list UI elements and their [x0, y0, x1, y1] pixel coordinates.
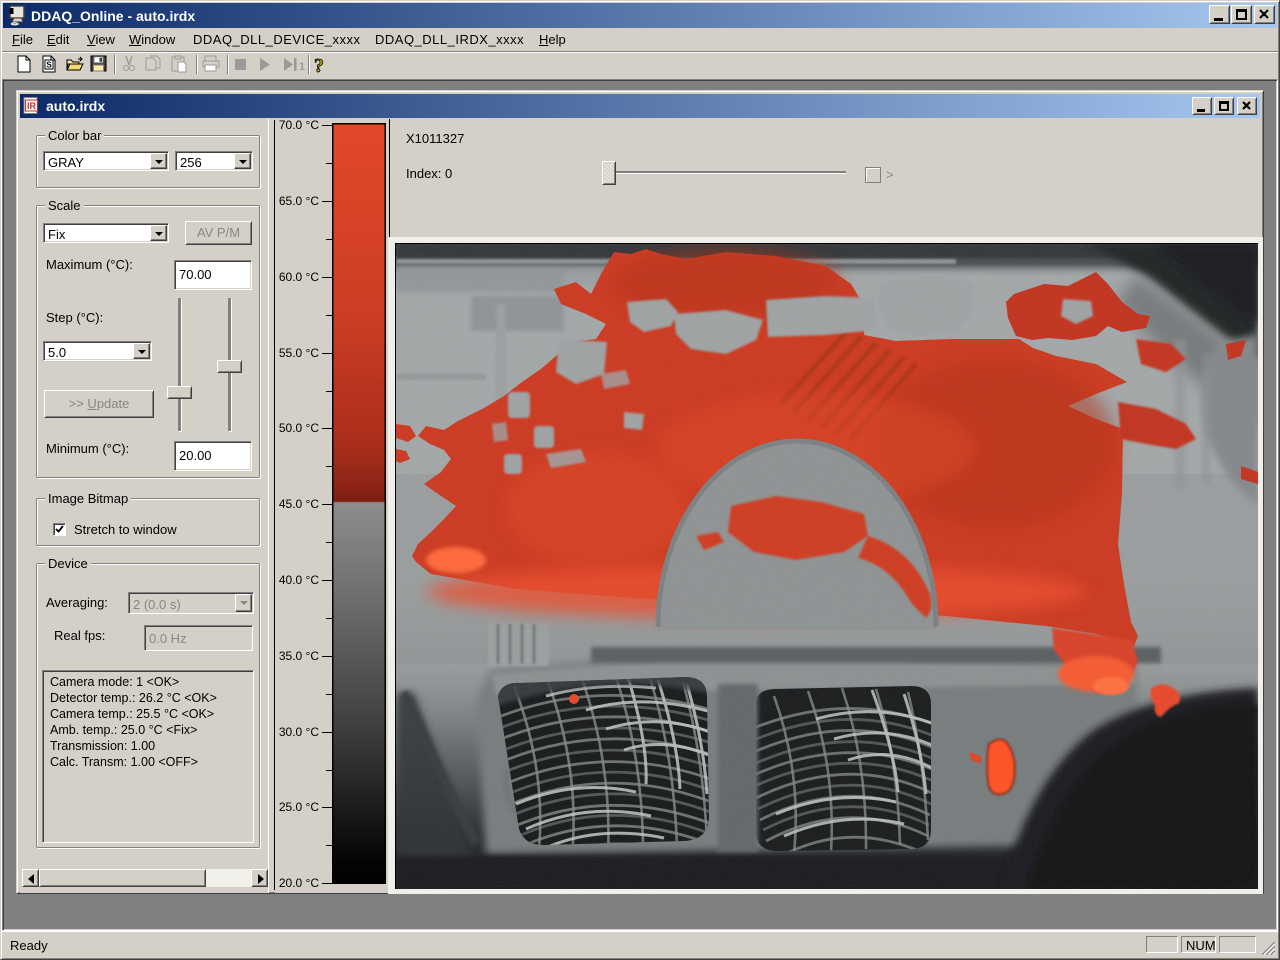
- svg-text:35.0 °C: 35.0 °C: [279, 649, 319, 663]
- svg-text:45.0 °C: 45.0 °C: [279, 497, 319, 511]
- svg-text:65.0 °C: 65.0 °C: [279, 194, 319, 208]
- svg-text:20.0 °C: 20.0 °C: [279, 876, 319, 890]
- svg-text:50.0 °C: 50.0 °C: [279, 421, 319, 435]
- svg-text:1: 1: [299, 61, 305, 73]
- svg-text:40.0 °C: 40.0 °C: [279, 573, 319, 587]
- svg-text:IR: IR: [27, 101, 37, 111]
- svg-text:60.0 °C: 60.0 °C: [279, 270, 319, 284]
- svg-text:?: ?: [314, 55, 324, 77]
- svg-text:55.0 °C: 55.0 °C: [279, 346, 319, 360]
- svg-text:70.0 °C: 70.0 °C: [279, 119, 319, 132]
- svg-text:25.0 °C: 25.0 °C: [279, 800, 319, 814]
- svg-text:30.0 °C: 30.0 °C: [279, 725, 319, 739]
- svg-text:S: S: [46, 61, 52, 70]
